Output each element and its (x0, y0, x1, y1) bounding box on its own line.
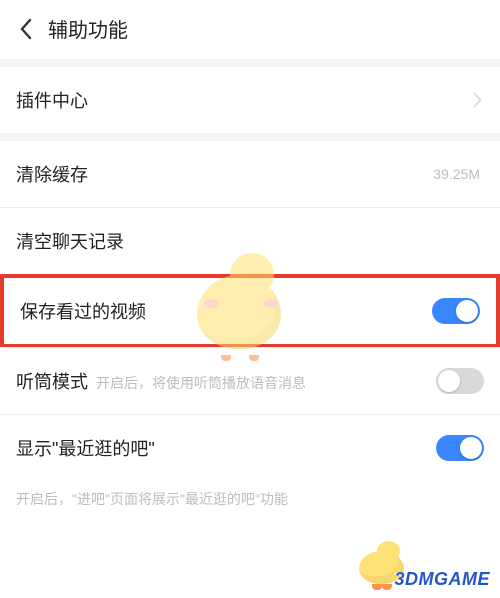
row-save-watched-video[interactable]: 保存看过的视频 (4, 278, 496, 344)
toggle-save-video[interactable] (432, 298, 480, 324)
row-label: 插件中心 (16, 87, 88, 113)
section-divider (0, 59, 500, 67)
page-title: 辅助功能 (48, 14, 128, 43)
section-divider (0, 133, 500, 141)
row-label: 清空聊天记录 (16, 228, 124, 254)
chevron-right-icon (470, 90, 484, 110)
row-plugin-center[interactable]: 插件中心 (0, 67, 500, 133)
watermark: 3DMGAME (394, 569, 490, 590)
row-label: 清除缓存 (16, 161, 88, 187)
row-sublabel: 开启后，将使用听筒播放语音消息 (96, 373, 306, 393)
row-clear-cache[interactable]: 清除缓存 39.25M (0, 141, 500, 207)
row-label: 保存看过的视频 (20, 298, 146, 324)
toggle-recent-bar[interactable] (436, 435, 484, 461)
row-show-recent-bar[interactable]: 显示"最近逛的吧" (0, 415, 500, 481)
toggle-earpiece[interactable] (436, 368, 484, 394)
row-description: 开启后，"进吧"页面将展示"最近逛的吧"功能 (0, 481, 500, 525)
row-label: 听筒模式 (16, 368, 88, 394)
back-icon[interactable] (14, 17, 38, 41)
row-clear-chat[interactable]: 清空聊天记录 (0, 208, 500, 274)
highlight-box: 保存看过的视频 (0, 274, 500, 348)
cache-size: 39.25M (433, 166, 480, 182)
mascot-icon (350, 538, 414, 592)
header: 辅助功能 (0, 0, 500, 59)
row-label: 显示"最近逛的吧" (16, 435, 155, 461)
row-earpiece-mode[interactable]: 听筒模式 开启后，将使用听筒播放语音消息 (0, 348, 500, 414)
